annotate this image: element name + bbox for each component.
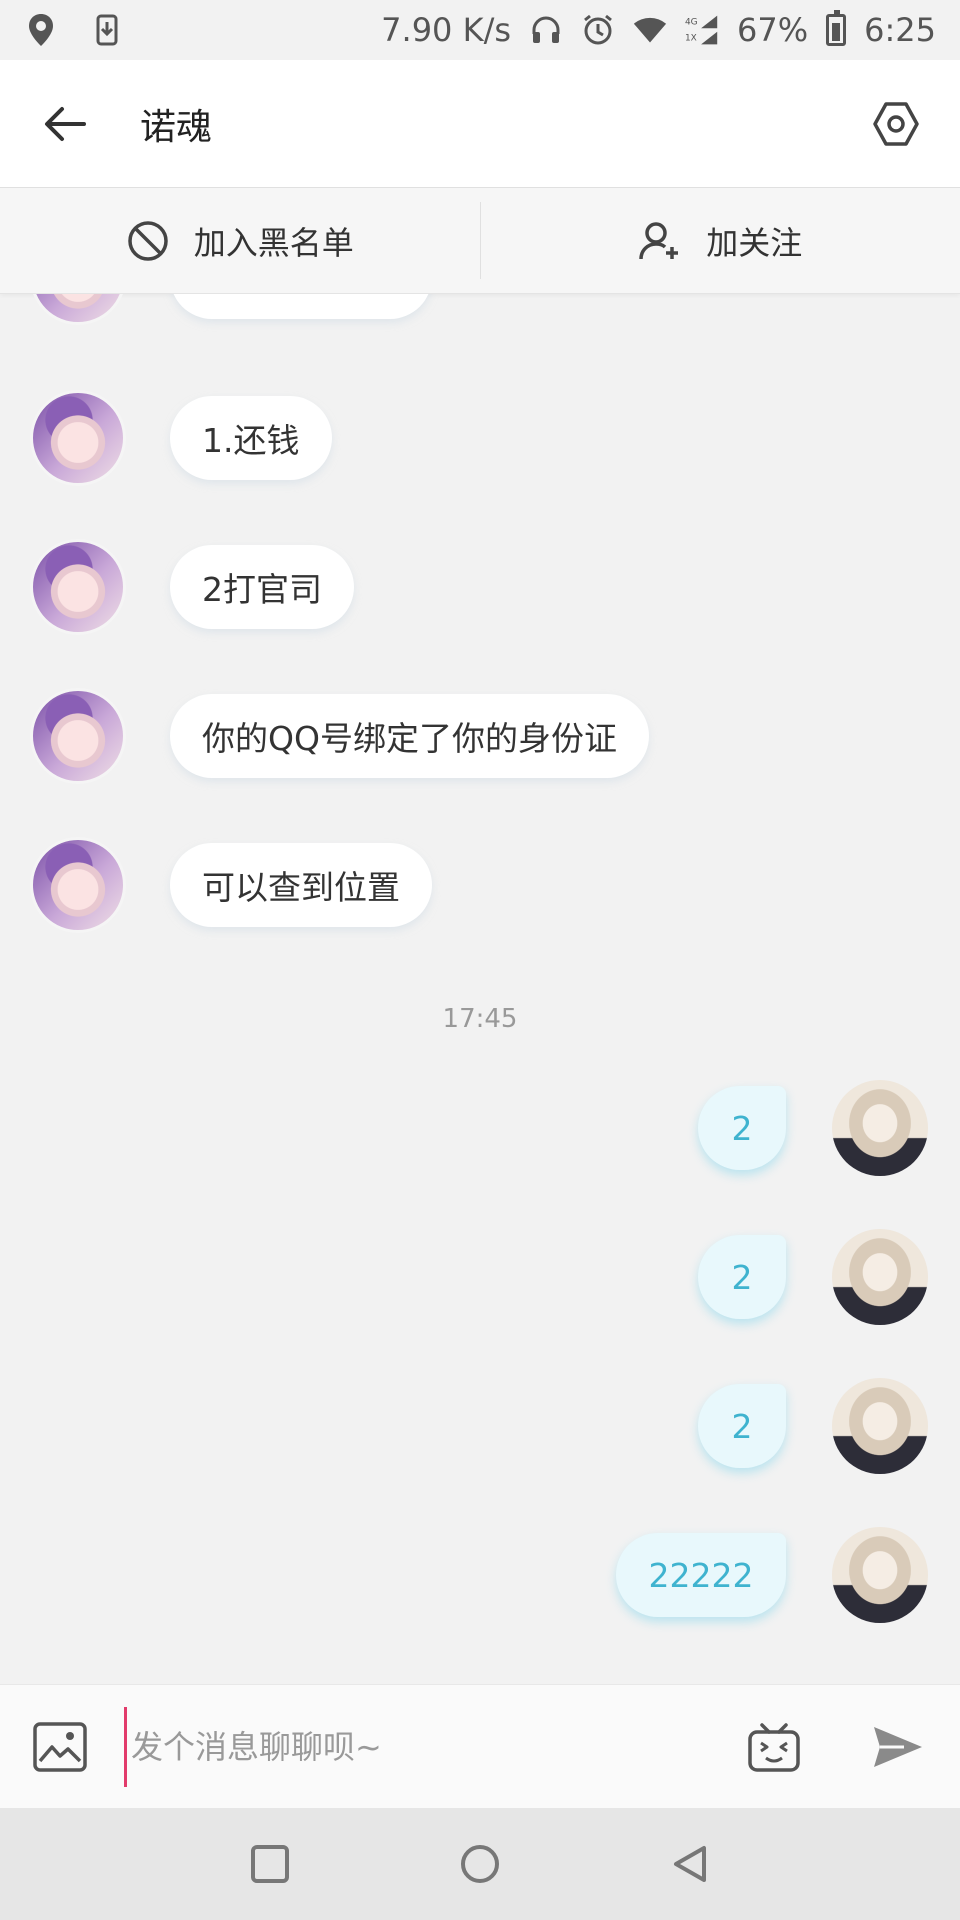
- battery-percent: 67%: [737, 11, 809, 49]
- battery-icon: [826, 10, 847, 46]
- chat-timestamp: 17:45: [442, 1004, 518, 1034]
- send-icon: [874, 1726, 922, 1767]
- clock: 6:25: [864, 11, 936, 49]
- message-row-other: 1.还钱: [30, 390, 332, 486]
- avatar-self[interactable]: [832, 1080, 928, 1176]
- message-row-other: 你的QQ号绑定了你的身份证: [30, 688, 649, 784]
- svg-text:4G: 4G: [685, 18, 698, 28]
- recents-button[interactable]: [240, 1834, 300, 1894]
- message-bubble-self[interactable]: 2: [698, 1086, 786, 1170]
- avatar-self[interactable]: [832, 1229, 928, 1325]
- settings-hexagon-icon: [873, 101, 919, 146]
- message-row-other: 你有两个选择: [30, 294, 432, 325]
- page-title: 诺魂: [140, 106, 213, 148]
- circle-icon: [461, 1845, 499, 1883]
- message-row-other: 可以查到位置: [30, 837, 432, 933]
- message-bubble-self[interactable]: 22222: [616, 1533, 786, 1617]
- image-button[interactable]: [0, 1685, 120, 1809]
- arrow-left-icon: [45, 106, 86, 141]
- back-nav-button[interactable]: [660, 1834, 720, 1894]
- message-row-self: 2: [698, 1080, 928, 1176]
- download-icon: [90, 13, 124, 47]
- message-bubble-self[interactable]: 2: [698, 1235, 786, 1319]
- back-button[interactable]: [0, 60, 130, 188]
- message-input[interactable]: [124, 1706, 712, 1787]
- chat-area[interactable]: 你有两个选择 1.还钱 2打官司 你的QQ号绑定了你的身份证 可以查到位置 17…: [0, 294, 960, 1684]
- status-bar: 7.90 K/s 4G 1X 67% 6:25: [0, 0, 960, 60]
- net-speed: 7.90 K/s: [381, 11, 512, 49]
- location-icon: [24, 13, 58, 47]
- add-user-icon: [639, 221, 679, 259]
- home-button[interactable]: [450, 1834, 510, 1894]
- emoji-button[interactable]: [712, 1685, 836, 1809]
- message-row-self: 22222: [616, 1527, 928, 1623]
- settings-button[interactable]: [832, 60, 960, 188]
- avatar-self[interactable]: [832, 1378, 928, 1474]
- system-nav-bar: [0, 1808, 960, 1920]
- input-bar: [0, 1684, 960, 1808]
- alarm-icon: [581, 13, 615, 47]
- triangle-back-icon: [674, 1846, 706, 1882]
- message-bubble-self[interactable]: 2: [698, 1384, 786, 1468]
- block-icon: [127, 220, 168, 261]
- blacklist-label: 加入黑名单: [193, 223, 354, 262]
- avatar[interactable]: [30, 837, 126, 933]
- message-row-self: 2: [698, 1378, 928, 1474]
- message-row-self: 2: [698, 1229, 928, 1325]
- avatar[interactable]: [30, 294, 126, 325]
- message-bubble[interactable]: 你有两个选择: [170, 294, 432, 319]
- send-button[interactable]: [836, 1685, 960, 1809]
- message-bubble[interactable]: 2打官司: [170, 545, 354, 629]
- message-bubble[interactable]: 可以查到位置: [170, 843, 432, 927]
- message-bubble[interactable]: 1.还钱: [170, 396, 332, 480]
- message-row-other: 2打官司: [30, 539, 354, 635]
- blacklist-button[interactable]: 加入黑名单: [0, 188, 480, 293]
- bilibili-emoji-icon: [748, 1722, 800, 1772]
- avatar[interactable]: [30, 688, 126, 784]
- follow-button[interactable]: 加关注: [481, 188, 960, 293]
- square-icon: [251, 1845, 289, 1883]
- avatar-self[interactable]: [832, 1527, 928, 1623]
- message-bubble[interactable]: 你的QQ号绑定了你的身份证: [170, 694, 649, 778]
- image-icon: [33, 1721, 87, 1772]
- svg-text:1X: 1X: [685, 34, 697, 44]
- action-bar: 加入黑名单 加关注: [0, 188, 960, 294]
- headphones-icon: [529, 13, 563, 47]
- signal-icon: 4G 1X: [685, 13, 719, 47]
- avatar[interactable]: [30, 539, 126, 635]
- avatar[interactable]: [30, 390, 126, 486]
- wifi-icon: [633, 13, 667, 47]
- follow-label: 加关注: [706, 223, 803, 262]
- chat-header: 诺魂: [0, 60, 960, 188]
